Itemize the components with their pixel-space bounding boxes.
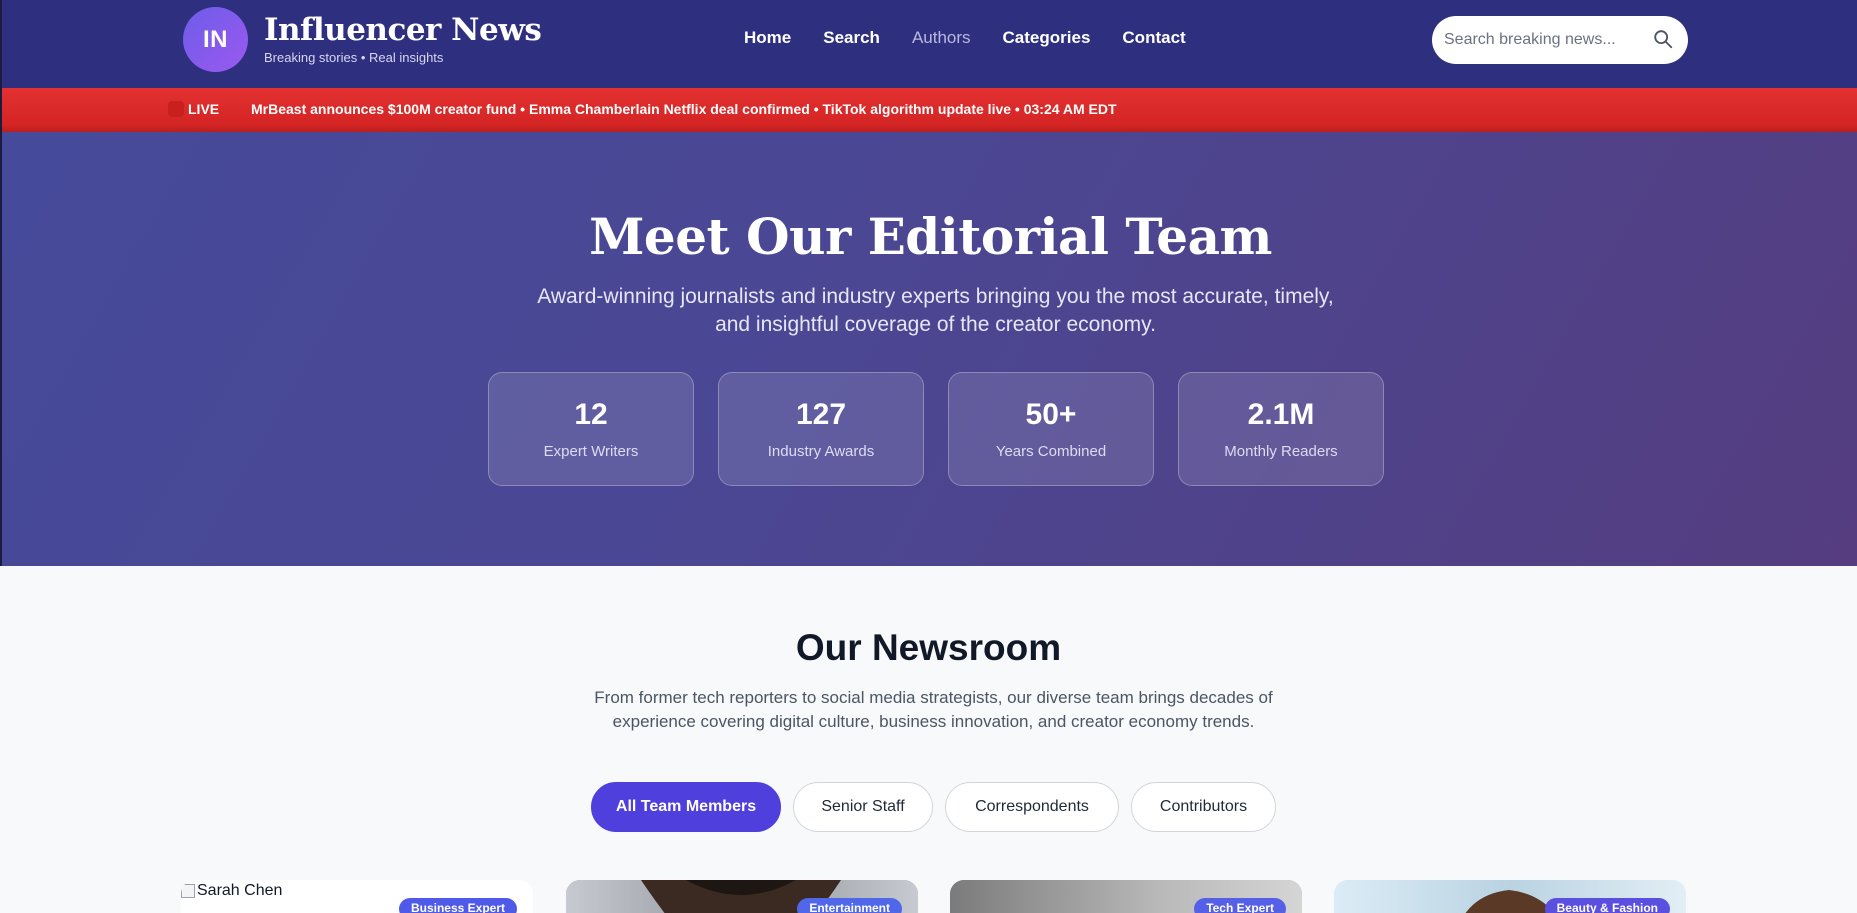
nav-categories[interactable]: Categories <box>1003 28 1091 48</box>
team-filter-tabs: All Team Members Senior Staff Correspond… <box>0 782 1857 832</box>
site-header: IN Influencer News Breaking stories • Re… <box>0 0 1857 88</box>
category-badge: Business Expert <box>398 898 517 913</box>
stat-card: 127 Industry Awards <box>718 372 924 486</box>
stat-value: 2.1M <box>1247 398 1315 431</box>
nav-search[interactable]: Search <box>823 28 880 48</box>
filter-all-team-members[interactable]: All Team Members <box>591 782 781 832</box>
hero-title: Meet Our Editorial Team <box>589 207 1272 266</box>
newsroom-subtitle: From former tech reporters to social med… <box>594 688 1273 731</box>
search-icon[interactable] <box>1652 28 1674 50</box>
author-card[interactable]: Entertainment <box>566 880 918 913</box>
stat-card: 12 Expert Writers <box>488 372 694 486</box>
nav-home[interactable]: Home <box>744 28 791 48</box>
brand-name[interactable]: Influencer News <box>264 12 542 48</box>
breaking-ticker: LIVE MrBeast announces $100M creator fun… <box>0 88 1857 132</box>
hero-section: Meet Our Editorial Team Award-winning jo… <box>0 132 1857 566</box>
stat-card: 50+ Years Combined <box>948 372 1154 486</box>
broken-image-icon <box>181 884 195 898</box>
brand-tagline: Breaking stories • Real insights <box>264 50 444 65</box>
stat-label: Industry Awards <box>767 443 875 460</box>
main-nav: Home Search Authors Categories Contact <box>744 28 1218 48</box>
search-box <box>1432 16 1688 64</box>
author-photo-alt: Sarah Chen <box>197 882 283 899</box>
author-photo: Sarah Chen <box>181 882 282 900</box>
filter-contributors[interactable]: Contributors <box>1131 782 1276 832</box>
nav-authors[interactable]: Authors <box>912 28 971 48</box>
category-badge: Beauty & Fashion <box>1544 898 1670 913</box>
filter-correspondents[interactable]: Correspondents <box>945 782 1119 832</box>
category-badge: Tech Expert <box>1194 898 1286 913</box>
stat-value: 12 <box>574 398 608 431</box>
category-badge: Entertainment <box>797 898 902 913</box>
live-label: LIVE <box>188 101 220 117</box>
nav-contact[interactable]: Contact <box>1122 28 1185 48</box>
stat-label: Monthly Readers <box>1224 443 1338 460</box>
live-indicator-icon <box>168 101 184 117</box>
author-card[interactable]: Beauty & Fashion <box>1334 880 1686 913</box>
filter-senior-staff[interactable]: Senior Staff <box>793 782 933 832</box>
stat-label: Expert Writers <box>543 443 639 460</box>
search-input[interactable] <box>1444 26 1644 54</box>
stat-card: 2.1M Monthly Readers <box>1178 372 1384 486</box>
ticker-text[interactable]: MrBeast announces $100M creator fund • E… <box>251 101 1117 117</box>
stat-value: 127 <box>795 398 847 431</box>
stat-value: 50+ <box>1025 398 1077 431</box>
stat-label: Years Combined <box>995 443 1107 460</box>
author-card[interactable]: Sarah Chen Business Expert <box>181 880 533 913</box>
newsroom-title: Our Newsroom <box>795 627 1062 668</box>
hero-subtitle: Award-winning journalists and industry e… <box>537 285 1334 336</box>
logo-badge[interactable]: IN <box>183 7 248 72</box>
author-card[interactable]: Tech Expert <box>950 880 1302 913</box>
